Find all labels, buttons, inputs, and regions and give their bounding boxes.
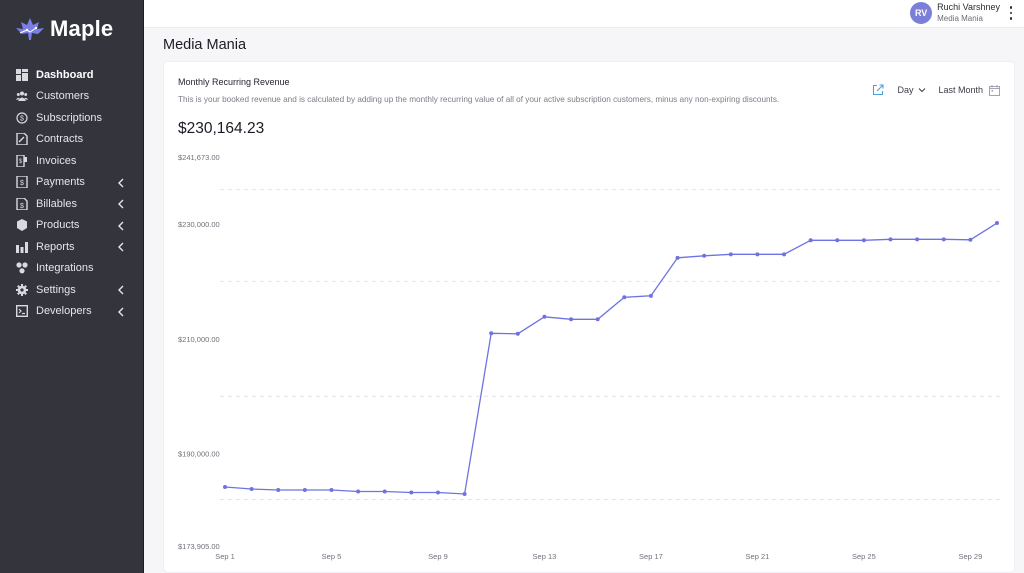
- sidebar-item-products[interactable]: Products: [0, 215, 144, 237]
- products-icon: [16, 219, 28, 232]
- sidebar-item-label: Reports: [36, 240, 75, 253]
- sidebar-item-reports[interactable]: Reports: [0, 236, 144, 258]
- period-value: Day: [897, 85, 914, 95]
- chevron-left-icon[interactable]: [116, 305, 126, 317]
- data-point[interactable]: [995, 221, 999, 226]
- data-point[interactable]: [702, 253, 707, 258]
- period-dropdown[interactable]: Day: [897, 85, 926, 95]
- chevron-left-icon[interactable]: [116, 240, 126, 252]
- data-point[interactable]: [835, 238, 840, 243]
- sidebar-item-label: Billables: [36, 197, 77, 210]
- card-description: This is your booked revenue and is calcu…: [178, 95, 780, 104]
- chevron-down-icon: [919, 88, 926, 93]
- billables-icon: $: [16, 197, 28, 210]
- data-point[interactable]: [435, 490, 440, 495]
- invoices-icon: $: [16, 154, 28, 167]
- sidebar-item-label: Products: [36, 219, 80, 232]
- data-point[interactable]: [569, 317, 574, 322]
- sidebar-nav: Dashboard Customers $ Subscriptions Cont…: [0, 64, 144, 322]
- date-range-picker[interactable]: Last Month: [938, 85, 983, 95]
- calendar-icon[interactable]: [989, 84, 1000, 96]
- sidebar-item-label: Contracts: [36, 133, 84, 146]
- logo[interactable]: Maple: [14, 16, 113, 42]
- chart-controls: Day Last Month: [872, 84, 1000, 96]
- sidebar: Maple Dashboard Customers $ Subscription…: [0, 0, 144, 573]
- svg-text:$: $: [20, 180, 24, 187]
- data-point[interactable]: [782, 252, 787, 257]
- data-point[interactable]: [755, 252, 760, 257]
- data-point[interactable]: [462, 492, 467, 497]
- data-point[interactable]: [968, 237, 973, 242]
- sidebar-item-payments[interactable]: $ Payments: [0, 172, 144, 194]
- chevron-left-icon[interactable]: [116, 176, 126, 188]
- data-point[interactable]: [675, 255, 680, 260]
- sidebar-item-label: Customers: [36, 90, 90, 103]
- subscriptions-icon: $: [16, 112, 28, 124]
- card-title: Monthly Recurring Revenue: [178, 77, 290, 87]
- chevron-left-icon[interactable]: [116, 283, 126, 295]
- sidebar-item-label: Integrations: [36, 262, 94, 275]
- data-point[interactable]: [249, 487, 254, 492]
- svg-text:$: $: [20, 115, 24, 122]
- mrr-value: $230,164.23: [178, 120, 265, 137]
- integrations-icon: [16, 262, 28, 274]
- data-point[interactable]: [648, 293, 653, 298]
- svg-text:$: $: [20, 203, 24, 210]
- topbar: RV Ruchi Varshney Media Mania: [144, 0, 1024, 28]
- data-point[interactable]: [382, 489, 387, 494]
- developers-icon: [16, 305, 28, 318]
- contracts-icon: [16, 133, 28, 146]
- svg-text:$: $: [19, 159, 23, 165]
- data-point[interactable]: [728, 252, 733, 257]
- data-point[interactable]: [515, 331, 520, 336]
- app-name: Maple: [50, 16, 114, 41]
- payments-icon: $: [16, 176, 28, 189]
- data-point[interactable]: [276, 488, 281, 493]
- sidebar-item-dashboard[interactable]: Dashboard: [0, 64, 144, 86]
- page-title: Media Mania: [163, 37, 247, 53]
- data-point[interactable]: [223, 485, 227, 490]
- data-point[interactable]: [808, 238, 813, 243]
- reports-icon: [16, 241, 28, 253]
- user-name: Ruchi Varshney: [937, 2, 1000, 12]
- sidebar-item-billables[interactable]: $ Billables: [0, 193, 144, 215]
- user-org: Media Mania: [937, 14, 983, 23]
- sidebar-item-label: Invoices: [36, 154, 77, 167]
- data-point[interactable]: [941, 237, 946, 242]
- data-point[interactable]: [302, 488, 307, 493]
- data-point[interactable]: [915, 237, 920, 242]
- dashboard-icon: [16, 68, 28, 81]
- chevron-left-icon[interactable]: [116, 197, 126, 209]
- data-point[interactable]: [888, 237, 893, 242]
- maple-leaf-icon: [16, 18, 44, 40]
- customers-icon: [16, 90, 28, 102]
- data-point[interactable]: [595, 317, 600, 322]
- data-point[interactable]: [861, 238, 866, 243]
- sidebar-item-invoices[interactable]: $ Invoices: [0, 150, 144, 172]
- sidebar-item-contracts[interactable]: Contracts: [0, 129, 144, 151]
- sidebar-item-customers[interactable]: Customers: [0, 86, 144, 108]
- data-point[interactable]: [542, 314, 547, 319]
- data-point[interactable]: [409, 490, 414, 495]
- mrr-card: Monthly Recurring Revenue This is your b…: [163, 61, 1015, 573]
- sidebar-item-label: Dashboard: [36, 68, 94, 81]
- sidebar-item-integrations[interactable]: Integrations: [0, 258, 144, 280]
- chevron-left-icon[interactable]: [116, 219, 126, 231]
- sidebar-item-label: Settings: [36, 283, 76, 296]
- data-point[interactable]: [329, 488, 334, 493]
- data-point[interactable]: [622, 295, 627, 300]
- data-point[interactable]: [489, 331, 494, 336]
- edit-icon[interactable]: [872, 84, 885, 96]
- avatar[interactable]: RV: [910, 2, 933, 24]
- sidebar-item-subscriptions[interactable]: $ Subscriptions: [0, 107, 144, 129]
- sidebar-item-label: Payments: [36, 176, 85, 189]
- sidebar-item-settings[interactable]: Settings: [0, 279, 144, 301]
- data-point[interactable]: [356, 489, 361, 494]
- sidebar-item-label: Developers: [36, 305, 92, 318]
- settings-icon: [16, 283, 28, 296]
- sidebar-item-label: Subscriptions: [36, 111, 103, 124]
- more-options-icon[interactable]: [1008, 6, 1014, 20]
- sidebar-item-developers[interactable]: Developers: [0, 301, 144, 323]
- user-menu[interactable]: RV Ruchi Varshney Media Mania: [910, 2, 1014, 24]
